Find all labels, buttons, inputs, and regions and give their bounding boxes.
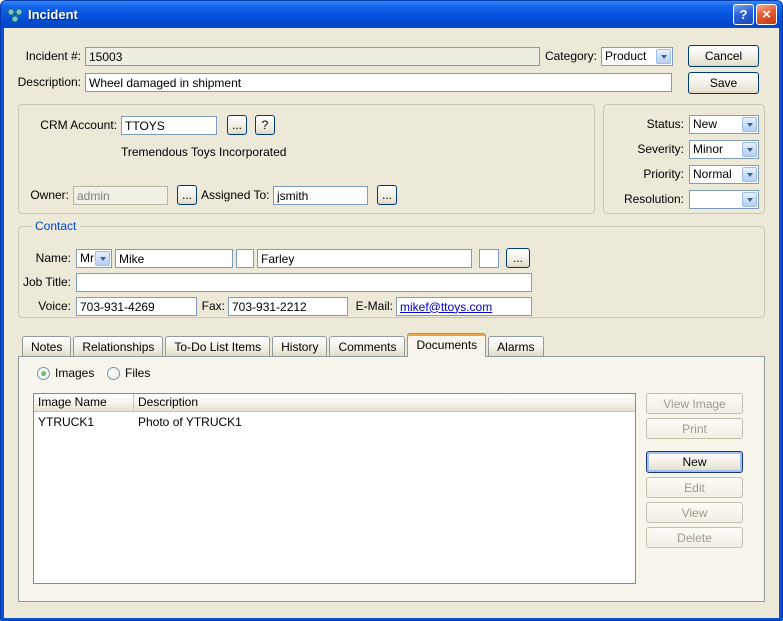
print-button[interactable]: Print (646, 418, 743, 439)
email-label: E-Mail: (355, 299, 393, 313)
tab-history[interactable]: History (272, 336, 328, 356)
chevron-down-icon (742, 192, 757, 207)
account-group: CRM Account: ... ? Tremendous Toys Incor… (18, 104, 595, 214)
resolution-select[interactable] (689, 190, 759, 209)
chevron-down-icon (95, 251, 110, 266)
radio-images-label: Images (55, 366, 95, 380)
description-label: Description: (17, 75, 81, 89)
crm-account-label: CRM Account: (40, 118, 117, 132)
new-button[interactable]: New (646, 451, 743, 473)
assigned-browse-button[interactable]: ... (377, 185, 397, 205)
view-button[interactable]: View (646, 502, 743, 523)
voice-label: Voice: (38, 299, 71, 313)
chevron-down-icon (742, 117, 757, 132)
tab-notes[interactable]: Notes (22, 336, 72, 356)
resolution-label: Resolution: (623, 192, 684, 206)
delete-button[interactable]: Delete (646, 527, 743, 548)
cell-description: Photo of YTRUCK1 (138, 415, 242, 429)
chevron-down-icon (742, 167, 757, 182)
fax-field[interactable] (228, 297, 348, 316)
contact-browse-button[interactable]: ... (506, 248, 530, 268)
first-name-field[interactable] (115, 249, 233, 268)
window-title: Incident (28, 7, 78, 22)
cell-image-name: YTRUCK1 (38, 415, 95, 429)
table-header: Image Name Description (34, 394, 635, 412)
status-group: Status: New Severity: Minor Priority: No… (603, 104, 765, 214)
priority-value: Normal (693, 167, 732, 181)
category-label: Category: (544, 49, 597, 63)
incident-window: Incident ? × Incident #: Category: Produ… (0, 0, 783, 621)
chevron-down-icon (656, 49, 671, 64)
job-title-field[interactable] (76, 273, 532, 292)
radio-images[interactable]: Images (37, 366, 94, 380)
tab-documents[interactable]: Documents (407, 333, 487, 357)
assigned-to-field[interactable] (273, 186, 368, 205)
crm-account-field[interactable] (121, 116, 217, 135)
dialog-content: Incident #: Category: Product Cancel Des… (4, 28, 779, 618)
fax-label: Fax: (201, 299, 225, 313)
middle-initial-field[interactable] (236, 249, 254, 268)
incident-number-label: Incident #: (25, 49, 81, 63)
crm-browse-button[interactable]: ... (227, 115, 247, 135)
app-icon[interactable] (7, 7, 23, 23)
account-name-text: Tremendous Toys Incorporated (121, 145, 287, 159)
assigned-to-label: Assigned To: (201, 188, 270, 202)
documents-tab-panel: Images Files Image Name Description YTRU… (18, 356, 765, 602)
suffix-field[interactable] (479, 249, 499, 268)
column-header-image-name[interactable]: Image Name (34, 394, 134, 411)
view-image-button[interactable]: View Image (646, 393, 743, 414)
table-row[interactable]: YTRUCK1 Photo of YTRUCK1 (34, 414, 635, 431)
name-label: Name: (35, 251, 71, 265)
description-field[interactable] (85, 73, 672, 92)
resolution-value (690, 191, 741, 193)
edit-button[interactable]: Edit (646, 477, 743, 498)
incident-number-field[interactable] (85, 47, 540, 66)
save-button[interactable]: Save (688, 72, 759, 94)
radio-selected-icon (37, 366, 50, 380)
email-field[interactable] (396, 297, 532, 316)
priority-label: Priority: (643, 167, 684, 181)
tab-comments[interactable]: Comments (329, 336, 406, 356)
tab-bar: Notes Relationships To-Do List Items His… (22, 333, 546, 357)
chevron-down-icon (742, 142, 757, 157)
voice-field[interactable] (76, 297, 197, 316)
last-name-field[interactable] (257, 249, 472, 268)
job-title-label: Job Title: (22, 275, 71, 289)
severity-value: Minor (693, 142, 724, 156)
status-value: New (693, 117, 718, 131)
tab-todo-list-items[interactable]: To-Do List Items (165, 336, 271, 356)
tab-relationships[interactable]: Relationships (73, 336, 164, 356)
severity-label: Severity: (637, 142, 684, 156)
owner-field (73, 186, 168, 205)
contact-group: Contact Name: Mr ... Job Title: Voice: F… (18, 219, 765, 318)
contact-group-caption: Contact (31, 219, 81, 233)
tab-alarms[interactable]: Alarms (488, 336, 544, 356)
radio-files[interactable]: Files (107, 366, 150, 380)
documents-table: Image Name Description YTRUCK1 Photo of … (33, 393, 636, 584)
category-value: Product (605, 49, 647, 63)
radio-files-label: Files (125, 366, 151, 380)
close-icon[interactable]: × (756, 4, 777, 25)
priority-select[interactable]: Normal (689, 165, 759, 184)
category-select[interactable]: Product (601, 47, 673, 66)
radio-unselected-icon (107, 366, 120, 380)
severity-select[interactable]: Minor (689, 140, 759, 159)
status-select[interactable]: New (689, 115, 759, 134)
salutation-select[interactable]: Mr (76, 249, 112, 268)
owner-label: Owner: (30, 188, 69, 202)
column-header-description[interactable]: Description (134, 394, 635, 411)
crm-help-button[interactable]: ? (255, 115, 275, 135)
cancel-button[interactable]: Cancel (688, 45, 759, 67)
salutation-value: Mr (80, 251, 94, 265)
titlebar-help-icon[interactable]: ? (733, 4, 754, 25)
titlebar[interactable]: Incident ? × (1, 1, 782, 28)
status-label: Status: (646, 117, 684, 131)
owner-browse-button[interactable]: ... (177, 185, 197, 205)
